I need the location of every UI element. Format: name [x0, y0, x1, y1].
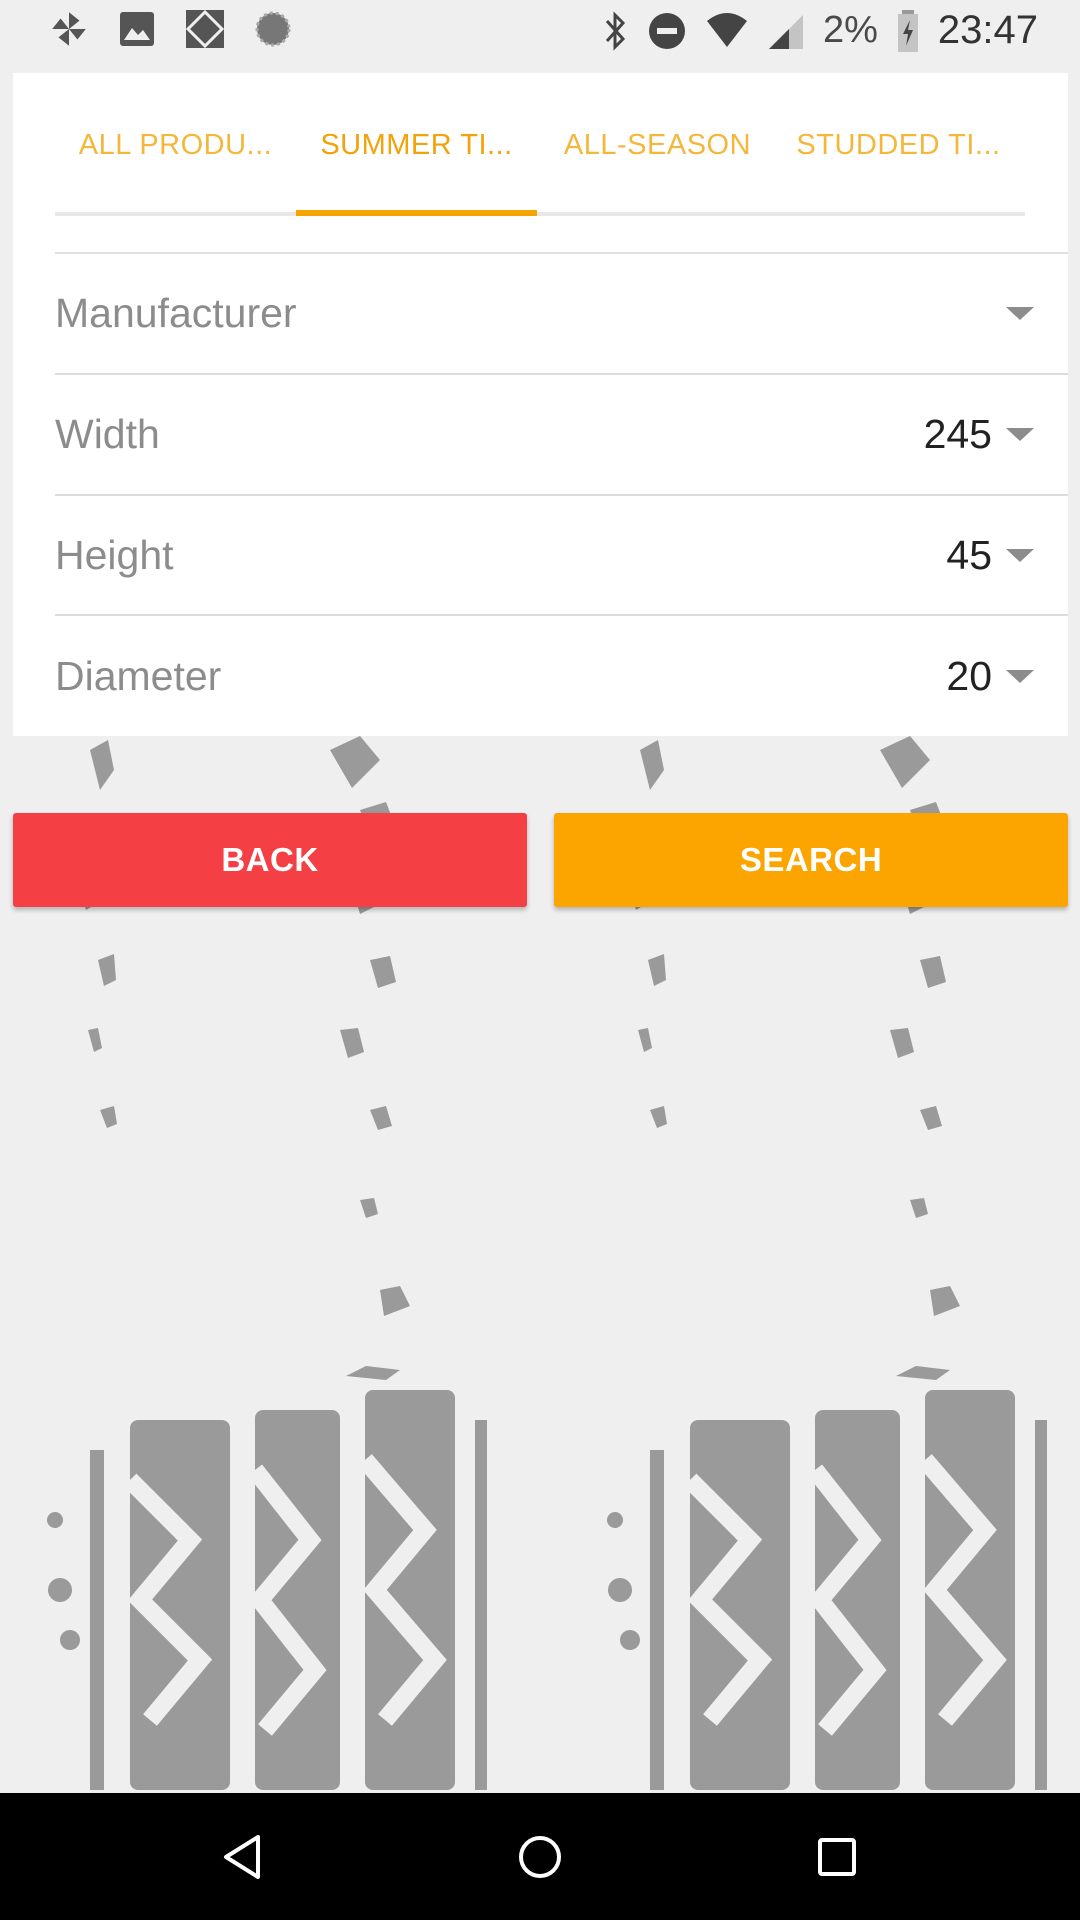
tab-all-season[interactable]: ALL-SEASON — [537, 73, 778, 218]
manufacturer-label: Manufacturer — [55, 289, 297, 336]
do-not-disturb-icon — [648, 12, 685, 49]
width-value: 245 — [923, 410, 992, 457]
chevron-down-icon — [1006, 548, 1034, 562]
back-button[interactable]: BACK — [13, 813, 527, 907]
image-icon — [120, 12, 154, 46]
tab-track — [55, 212, 1025, 216]
tab-summer-tires[interactable]: SUMMER TI... — [296, 73, 537, 218]
back-triangle-icon — [224, 1834, 260, 1879]
pinwheel-icon — [52, 12, 86, 46]
diameter-label: Diameter — [55, 652, 222, 699]
home-circle-icon — [519, 1835, 561, 1878]
diameter-dropdown[interactable]: Diameter 20 — [55, 616, 1068, 736]
status-bar: 2% 23:47 — [0, 0, 1080, 63]
search-button[interactable]: SEARCH — [554, 813, 1068, 907]
signal-icon — [768, 14, 803, 49]
chevron-down-icon — [1006, 669, 1034, 683]
nav-home-button[interactable] — [480, 1793, 600, 1920]
bluetooth-icon — [605, 10, 626, 51]
battery-percent: 2% — [822, 9, 878, 51]
wifi-icon — [706, 12, 747, 47]
diameter-value: 20 — [946, 652, 992, 699]
tab-studded-tires[interactable]: STUDDED TI... — [778, 73, 1019, 218]
tab-all-products[interactable]: ALL PRODU... — [55, 73, 296, 218]
diamond-grid-icon — [185, 9, 225, 49]
chevron-down-icon — [1006, 306, 1034, 320]
recents-square-icon — [818, 1837, 856, 1876]
tab-active-indicator — [296, 210, 537, 216]
chevron-down-icon — [1006, 427, 1034, 441]
system-nav-bar — [0, 1793, 1080, 1920]
nav-back-button[interactable] — [182, 1793, 302, 1920]
circle-dots-icon — [255, 11, 291, 47]
clock-time: 23:47 — [937, 8, 1038, 52]
nav-recents-button[interactable] — [777, 1793, 897, 1920]
filter-card: ALL PRODU... SUMMER TI... ALL-SEASON STU… — [13, 73, 1068, 736]
height-dropdown[interactable]: Height 45 — [55, 495, 1068, 615]
category-tabs: ALL PRODU... SUMMER TI... ALL-SEASON STU… — [55, 73, 1025, 218]
height-value: 45 — [946, 531, 992, 578]
manufacturer-dropdown[interactable]: Manufacturer — [55, 253, 1068, 373]
width-dropdown[interactable]: Width 245 — [55, 374, 1068, 494]
battery-charging-icon — [897, 9, 918, 52]
width-label: Width — [55, 410, 160, 457]
height-label: Height — [55, 531, 174, 578]
